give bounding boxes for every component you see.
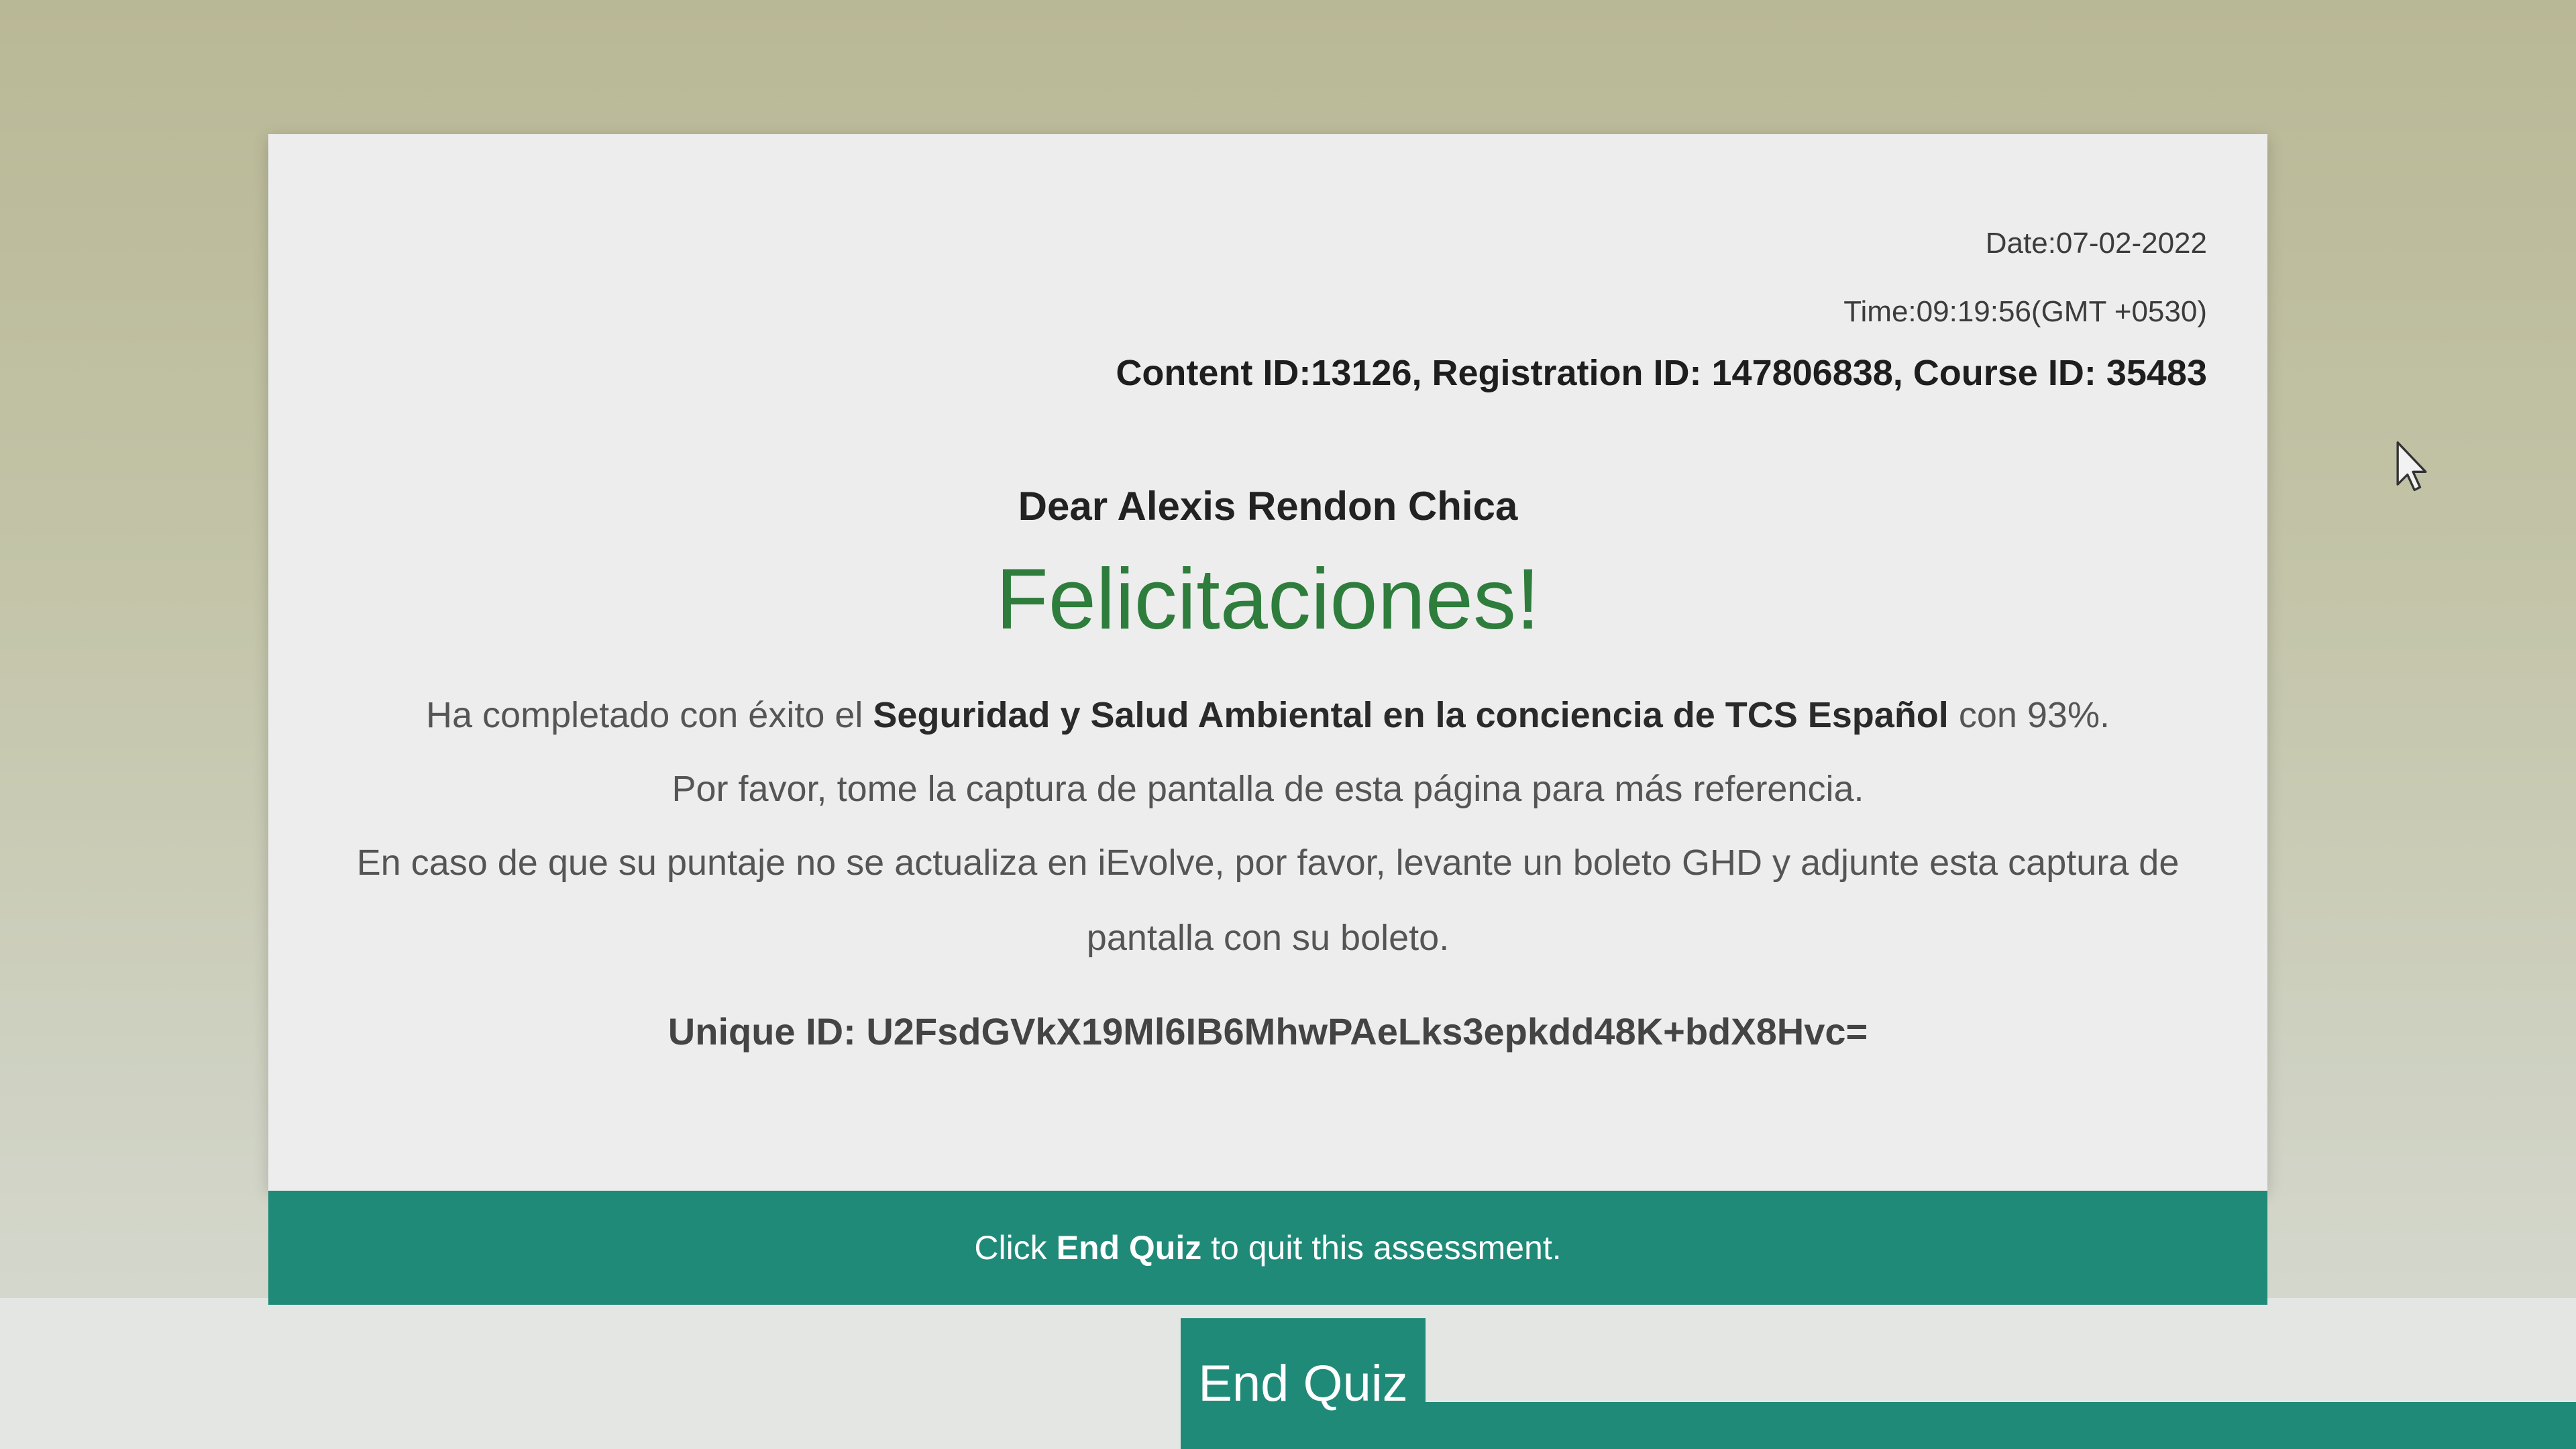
banner-emphasis: End Quiz <box>1056 1229 1202 1267</box>
completion-score: con 93%. <box>1958 695 2110 735</box>
unique-id: Unique ID: U2FsdGVkX19Ml6IB6MhwPAeLks3ep… <box>667 1010 1868 1053</box>
result-card: Date:07-02-2022 Time:09:19:56(GMT +0530)… <box>268 134 2267 1191</box>
completion-message: Ha completado con éxito el Seguridad y S… <box>309 678 2227 753</box>
screenshot-instruction: Por favor, tome la captura de pantalla d… <box>672 769 1864 809</box>
banner-suffix: to quit this assessment. <box>1211 1229 1562 1267</box>
quiz-ids: Content ID:13126, Registration ID: 14780… <box>1116 353 2207 393</box>
end-quiz-button[interactable]: End Quiz <box>1181 1318 1426 1449</box>
quiz-date: Date:07-02-2022 <box>1985 227 2207 260</box>
bottom-teal-strip <box>1426 1402 2576 1449</box>
course-name: Seguridad y Salud Ambiental en la concie… <box>873 695 1949 735</box>
mouse-pointer-icon <box>2396 441 2427 492</box>
end-quiz-banner: Click End Quiz to quit this assessment. <box>268 1191 2267 1305</box>
completion-prefix: Ha completado con éxito el <box>426 695 863 735</box>
ticket-instruction: En caso de que su puntaje no se actualiz… <box>356 843 2180 958</box>
greeting: Dear Alexis Rendon Chica <box>1018 484 1518 529</box>
banner-prefix: Click <box>974 1229 1047 1267</box>
congrats-heading: Felicitaciones! <box>996 551 1540 647</box>
quiz-time: Time:09:19:56(GMT +0530) <box>1843 295 2207 328</box>
